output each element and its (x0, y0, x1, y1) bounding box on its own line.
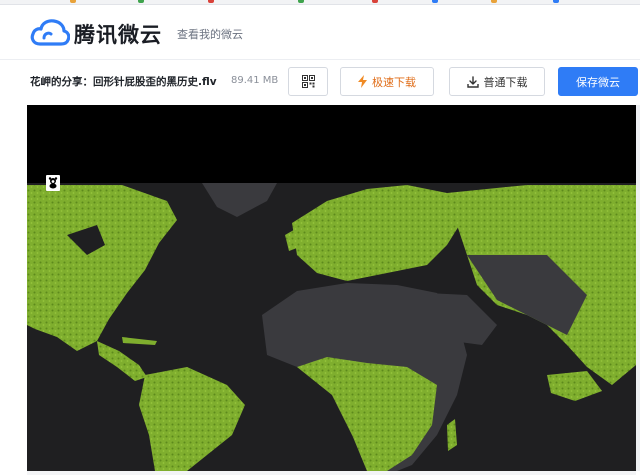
save-to-cloud-label: 保存微云 (576, 75, 620, 89)
wwf-panda-icon (46, 175, 60, 191)
file-size: 89.41 MB (231, 75, 279, 86)
player-bottom-edge (27, 471, 636, 475)
share-title: 花岬的分享：回形针屁股歪的黑历史.flv (30, 76, 217, 88)
video-player[interactable] (27, 105, 636, 471)
site-header: 腾讯微云 查看我的微云 (0, 5, 640, 60)
save-to-cloud-button[interactable]: 保存微云 (558, 67, 638, 96)
download-icon (466, 75, 479, 88)
normal-download-button[interactable]: 普通下载 (449, 67, 545, 96)
lightning-icon (358, 75, 367, 88)
page-scrollbar[interactable] (636, 105, 640, 471)
fast-download-button[interactable]: 极速下载 (340, 67, 434, 96)
view-my-cloud-link[interactable]: 查看我的微云 (177, 26, 243, 42)
fast-download-label: 极速下载 (372, 75, 416, 89)
world-map-video-frame (27, 105, 636, 471)
qr-code-button[interactable] (288, 67, 328, 96)
normal-download-label: 普通下载 (483, 75, 528, 89)
cloud-logo-icon[interactable] (30, 18, 70, 46)
brand-name[interactable]: 腾讯微云 (74, 19, 162, 49)
qr-code-icon (301, 75, 315, 88)
